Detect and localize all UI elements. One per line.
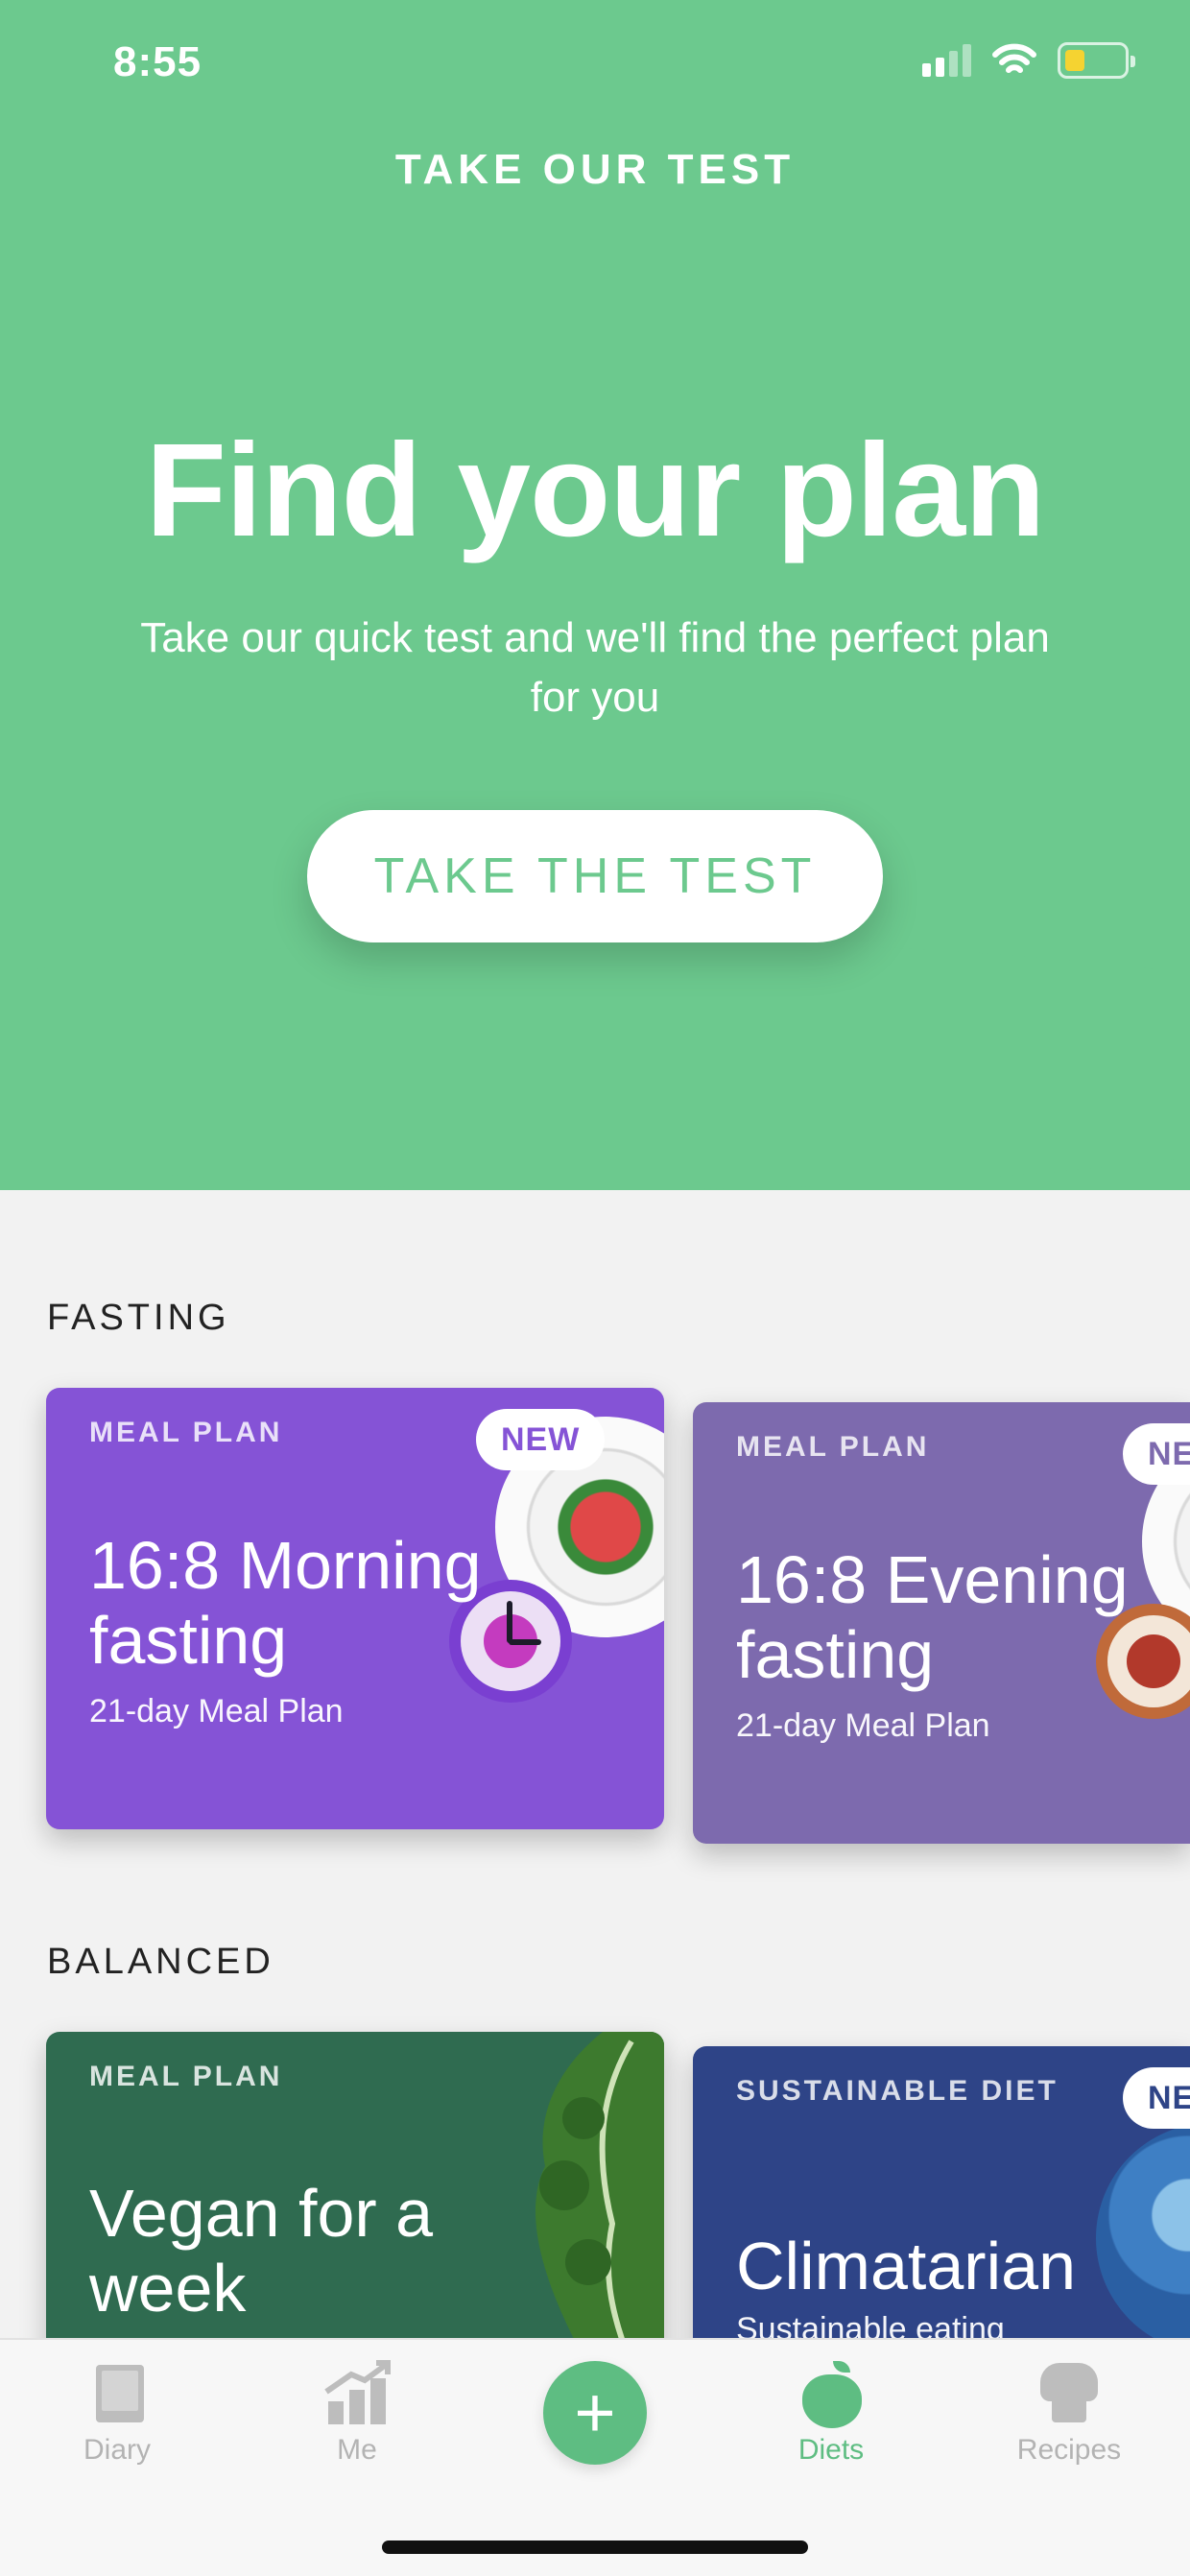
section-title-fasting: FASTING xyxy=(47,1298,230,1338)
apple-icon xyxy=(797,2359,866,2428)
card-title: 16:8 Evening fasting xyxy=(736,1542,1129,1692)
chef-hat-icon xyxy=(1035,2359,1104,2426)
new-badge: NEW xyxy=(476,1409,606,1470)
tab-diets[interactable]: Diets xyxy=(735,2359,927,2503)
tab-recipes[interactable]: Recipes xyxy=(973,2359,1165,2503)
meal-plan-card-morning-fasting[interactable]: NEW MEAL PLAN 16:8 Morning fasting 21-da… xyxy=(46,1388,664,1829)
meal-plan-card-evening-fasting[interactable]: NE MEAL PLAN 16:8 Evening fasting 21-day… xyxy=(693,1402,1190,1844)
plus-icon: + xyxy=(574,2373,616,2452)
tab-label: Diets xyxy=(797,2434,865,2466)
take-the-test-button[interactable]: TAKE THE TEST xyxy=(307,810,883,942)
status-time: 8:55 xyxy=(113,38,202,85)
hero-eyebrow: TAKE OUR TEST xyxy=(394,146,796,193)
card-title: 16:8 Morning fasting xyxy=(89,1528,482,1678)
progress-chart-icon xyxy=(322,2359,392,2426)
tab-label: Recipes xyxy=(1016,2434,1122,2466)
tab-me[interactable]: Me xyxy=(261,2359,453,2503)
kale-leaf-image xyxy=(536,2032,664,2339)
status-icons xyxy=(922,42,1135,79)
section-title-balanced: BALANCED xyxy=(47,1942,274,1982)
card-title: Vegan for a week xyxy=(89,2176,434,2326)
battery-icon xyxy=(1058,42,1135,79)
hero-title: Find your plan xyxy=(145,417,1046,564)
card-kicker: MEAL PLAN xyxy=(89,1417,283,1448)
tab-label: Me xyxy=(337,2434,377,2466)
card-meta: 21-day Meal Plan xyxy=(736,1707,990,1744)
add-button[interactable]: + xyxy=(543,2361,647,2465)
card-meta: 21-day Meal Plan xyxy=(89,1693,344,1729)
new-badge: NE xyxy=(1123,1423,1190,1485)
cellular-signal-icon xyxy=(922,44,971,77)
diary-icon xyxy=(83,2359,152,2426)
tab-label: Diary xyxy=(83,2434,151,2466)
card-kicker: MEAL PLAN xyxy=(736,1431,930,1463)
tab-diary[interactable]: Diary xyxy=(21,2359,213,2503)
card-kicker: MEAL PLAN xyxy=(89,2061,283,2092)
card-kicker: SUSTAINABLE DIET xyxy=(736,2075,1059,2107)
home-indicator xyxy=(382,2540,808,2554)
new-badge: NE xyxy=(1123,2067,1190,2129)
wifi-icon xyxy=(992,43,1036,73)
card-title: Climatarian xyxy=(736,2229,1076,2303)
hero-subtitle: Take our quick test and we'll find the p… xyxy=(140,614,1050,721)
